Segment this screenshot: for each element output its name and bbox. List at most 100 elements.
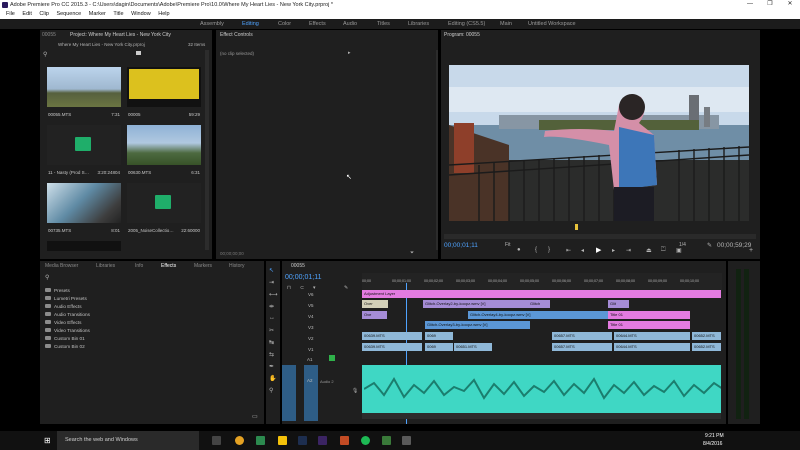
- effect-controls-scrollbar[interactable]: [436, 50, 438, 250]
- timeline-settings-icon[interactable]: ✎: [344, 285, 348, 291]
- project-tab[interactable]: Project: Where My Heart Lies - New York …: [70, 32, 171, 38]
- folder-icon[interactable]: [136, 51, 141, 55]
- project-tab-left[interactable]: 00055: [42, 32, 56, 38]
- timeline-clip[interactable]: Glitch: [528, 300, 550, 308]
- go-to-in-icon[interactable]: ⇤: [566, 247, 571, 254]
- timeline-clip[interactable]: Glitch-Overlay4-by-koopz.wmv [V]: [468, 311, 608, 319]
- menu-edit[interactable]: Edit: [22, 9, 31, 19]
- spotify-icon[interactable]: [361, 436, 370, 445]
- workspace-audio[interactable]: Audio: [343, 19, 357, 29]
- timeline-clip[interactable]: 00644.MTS: [614, 343, 690, 351]
- workspace-effects[interactable]: Effects: [309, 19, 326, 29]
- a2-track-header[interactable]: [304, 365, 318, 421]
- timeline-clip[interactable]: 00639.MTS: [362, 332, 422, 340]
- timeline-clip[interactable]: Glit: [608, 300, 629, 308]
- workspace-editing-cs55[interactable]: Editing (CS5.5): [448, 19, 485, 29]
- timeline-clip[interactable]: 00652.MTS: [692, 332, 721, 340]
- tab-markers[interactable]: Markers: [194, 263, 212, 269]
- program-current-timecode[interactable]: 00;00;01;11: [444, 242, 478, 249]
- slip-tool-icon[interactable]: ↹: [269, 339, 274, 346]
- timeline-clip[interactable]: Ove: [362, 311, 387, 319]
- timeline-clip[interactable]: Glitch-Overlay2-by-koopz.wmv [V]: [423, 300, 533, 308]
- ripple-edit-tool-icon[interactable]: ⟷: [269, 291, 278, 298]
- timeline-clip[interactable]: Title 01: [608, 321, 690, 329]
- app-icon[interactable]: [340, 436, 349, 445]
- step-forward-icon[interactable]: ▸: [612, 247, 615, 254]
- menu-title[interactable]: Title: [113, 9, 123, 19]
- tree-item-custom-bin-02[interactable]: Custom Bin 02: [45, 344, 85, 349]
- timeline-clip[interactable]: Over: [362, 300, 388, 308]
- timeline-current-timecode[interactable]: 00;00;01;11: [285, 274, 321, 281]
- tab-media-browser[interactable]: Media Browser: [45, 263, 78, 269]
- menu-marker[interactable]: Marker: [89, 9, 106, 19]
- a1-source-patch[interactable]: [282, 365, 296, 421]
- lift-icon[interactable]: ⏏: [646, 247, 652, 254]
- lightroom-icon[interactable]: [298, 436, 307, 445]
- menu-file[interactable]: File: [6, 9, 15, 19]
- snap-icon[interactable]: ⊓: [287, 285, 291, 291]
- tab-history[interactable]: History: [229, 263, 245, 269]
- workspace-assembly[interactable]: Assembly: [200, 19, 224, 29]
- hand-tool-icon[interactable]: ✋: [269, 375, 276, 382]
- timeline-clip[interactable]: Adjustment Layer: [362, 290, 721, 298]
- taskbar-search-box[interactable]: Search the web and Windows: [57, 431, 199, 450]
- program-video-frame[interactable]: [449, 65, 749, 221]
- mark-in-icon[interactable]: {: [535, 247, 537, 253]
- audio-clip-thumbnail[interactable]: [47, 125, 121, 165]
- audio-clip[interactable]: [362, 365, 721, 413]
- tree-item-audio-effects[interactable]: Audio Effects: [45, 304, 82, 309]
- taskbar-date[interactable]: 8/4/2016: [703, 441, 722, 447]
- slide-tool-icon[interactable]: ⇆: [269, 351, 274, 358]
- menu-help[interactable]: Help: [158, 9, 169, 19]
- app-icon[interactable]: [256, 436, 265, 445]
- search-icon[interactable]: ⚲: [45, 274, 49, 281]
- workspace-main[interactable]: Main: [500, 19, 512, 29]
- audio-clip-thumbnail[interactable]: [127, 183, 201, 223]
- filter-icon[interactable]: ⏷: [410, 250, 414, 256]
- workspace-editing[interactable]: Editing: [242, 19, 259, 29]
- timeline-clip[interactable]: 00639.MTS: [362, 343, 422, 351]
- track-select-tool-icon[interactable]: ⇥: [269, 279, 274, 286]
- clip-thumbnail[interactable]: [47, 241, 121, 251]
- workspace-titles[interactable]: Titles: [377, 19, 390, 29]
- chrome-icon[interactable]: [235, 436, 244, 445]
- program-scrub-bar[interactable]: [444, 234, 756, 239]
- timeline-ruler[interactable]: 00;00 00;00;01;00 00;00;02;00 00;00;03;0…: [362, 273, 722, 291]
- tree-item-presets[interactable]: Presets: [45, 288, 70, 293]
- program-playhead-marker[interactable]: [575, 224, 578, 230]
- timeline-clip[interactable]: 00644.MTS: [614, 332, 690, 340]
- timeline-clip[interactable]: 0069: [425, 343, 453, 351]
- timeline-clip[interactable]: 00657.MTS: [552, 332, 612, 340]
- clip-thumbnail[interactable]: [127, 125, 201, 165]
- expand-arrow-icon[interactable]: ▸: [348, 50, 351, 56]
- tab-effects[interactable]: Effects: [161, 263, 176, 269]
- clip-thumbnail[interactable]: [47, 67, 121, 107]
- selection-tool-icon[interactable]: ↖: [269, 267, 274, 274]
- app-icon[interactable]: [402, 436, 411, 445]
- clip-thumbnail[interactable]: [47, 183, 121, 223]
- maximize-button[interactable]: ❐: [760, 0, 780, 9]
- menu-sequence[interactable]: Sequence: [56, 9, 81, 19]
- premiere-icon[interactable]: [318, 436, 327, 445]
- extract-icon[interactable]: ⏍: [661, 247, 666, 254]
- timeline-clip[interactable]: 0069: [425, 332, 453, 340]
- timeline-clip[interactable]: 00651.MTS: [454, 343, 492, 351]
- razor-tool-icon[interactable]: ✂: [269, 327, 274, 334]
- timeline-scrollbar[interactable]: [362, 413, 721, 419]
- new-bin-icon[interactable]: ▭: [252, 413, 258, 420]
- close-button[interactable]: ✕: [780, 0, 800, 9]
- timeline-clip[interactable]: 00657.MTS: [552, 343, 612, 351]
- tree-item-video-transitions[interactable]: Video Transitions: [45, 328, 90, 333]
- workspace-libraries[interactable]: Libraries: [408, 19, 429, 29]
- timeline-clip[interactable]: Title 01: [608, 311, 690, 319]
- add-button[interactable]: +: [749, 247, 753, 254]
- play-button[interactable]: ▶: [596, 246, 601, 254]
- tab-libraries[interactable]: Libraries: [96, 263, 115, 269]
- app-icon[interactable]: [382, 436, 391, 445]
- menu-window[interactable]: Window: [131, 9, 151, 19]
- task-view-icon[interactable]: [212, 436, 221, 445]
- wrench-icon[interactable]: ✎: [707, 242, 712, 249]
- rolling-edit-tool-icon[interactable]: ⇹: [269, 303, 274, 310]
- tree-item-lumetri-presets[interactable]: Lumetri Presets: [45, 296, 87, 301]
- menu-clip[interactable]: Clip: [39, 9, 48, 19]
